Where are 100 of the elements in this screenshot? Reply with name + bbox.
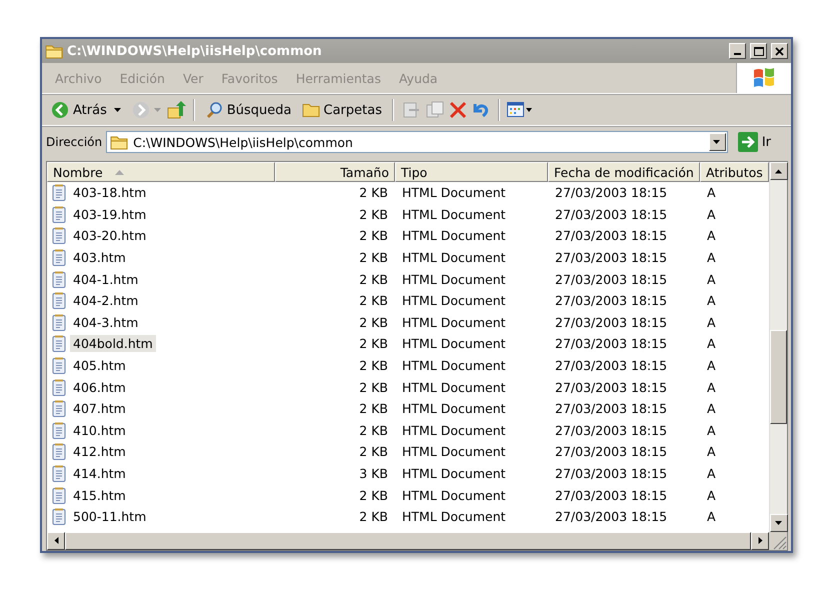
file-attributes: A: [706, 466, 717, 482]
file-name[interactable]: 403-20.htm: [70, 227, 150, 244]
file-size: 2 KB: [358, 380, 389, 395]
file-name[interactable]: 407.htm: [70, 400, 129, 418]
file-size: 2 KB: [358, 185, 389, 200]
document-icon: [52, 400, 66, 418]
file-name[interactable]: 403.htm: [70, 249, 129, 266]
column-header[interactable]: Nombre: [47, 162, 275, 182]
column-header[interactable]: Atributos: [700, 162, 769, 182]
file-type: HTML Document: [401, 488, 507, 503]
file-name[interactable]: 415.htm: [70, 486, 129, 504]
file-type: HTML Document: [401, 358, 507, 374]
file-type: HTML Document: [401, 314, 507, 330]
document-icon: [52, 227, 66, 244]
file-name[interactable]: 414.htm: [70, 465, 129, 482]
file-attributes: A: [706, 250, 717, 266]
file-type: HTML Document: [401, 401, 507, 416]
vertical-scrollbar[interactable]: [769, 162, 787, 532]
scroll-thumb[interactable]: [770, 330, 787, 424]
file-size: 2 KB: [358, 401, 389, 416]
delete-icon[interactable]: [448, 101, 467, 119]
column-header[interactable]: Tipo: [395, 162, 548, 182]
file-name[interactable]: 403-19.htm: [70, 206, 150, 223]
scroll-right-button[interactable]: [751, 532, 769, 550]
file-name[interactable]: 500-11.htm: [70, 508, 150, 526]
modified-date: 27/03/2003 18:15: [554, 336, 668, 352]
file-type: HTML Document: [401, 336, 507, 352]
file-size: 2 KB: [358, 206, 389, 222]
document-icon: [52, 486, 66, 504]
file-attributes: A: [706, 272, 717, 287]
document-icon: [52, 378, 66, 396]
scroll-up-button[interactable]: [770, 162, 788, 180]
file-attributes: A: [706, 401, 717, 416]
file-name[interactable]: 404-2.htm: [70, 292, 142, 310]
file-name[interactable]: 412.htm: [70, 443, 129, 460]
modified-date: 27/03/2003 18:15: [554, 185, 668, 200]
document-icon: [52, 422, 66, 439]
search-button[interactable]: Búsqueda: [202, 99, 294, 121]
file-size: 2 KB: [358, 509, 389, 524]
file-attributes: A: [706, 206, 717, 222]
column-header[interactable]: Fecha de modificación: [548, 162, 700, 182]
file-attributes: A: [706, 422, 717, 438]
modified-date: 27/03/2003 18:15: [554, 422, 668, 438]
modified-date: 27/03/2003 18:15: [554, 444, 668, 460]
file-size: 3 KB: [358, 466, 389, 482]
file-type: HTML Document: [401, 444, 507, 460]
file-type: HTML Document: [401, 509, 507, 524]
close-button[interactable]: [771, 43, 788, 59]
modified-date: 27/03/2003 18:15: [554, 314, 668, 330]
minimize-button[interactable]: [729, 43, 746, 59]
file-type: HTML Document: [401, 422, 507, 438]
modified-date: 27/03/2003 18:15: [554, 466, 668, 482]
file-type: HTML Document: [401, 206, 507, 222]
file-type: HTML Document: [401, 272, 507, 287]
document-icon: [52, 249, 66, 266]
file-name[interactable]: 404-3.htm: [70, 314, 142, 331]
file-name[interactable]: 404bold.htm: [70, 335, 156, 352]
undo-icon[interactable]: [470, 101, 491, 119]
document-icon: [52, 184, 66, 202]
file-attributes: A: [706, 293, 717, 308]
file-size: 2 KB: [358, 336, 389, 352]
file-attributes: A: [706, 228, 717, 244]
close-icon: [775, 46, 784, 56]
back-button[interactable]: Atrás: [48, 99, 110, 121]
address-field[interactable]: C:\WINDOWS\Help\iisHelp\common: [106, 131, 728, 153]
file-size: 2 KB: [358, 488, 389, 503]
window-title: C:\WINDOWS\Help\iisHelp\common: [67, 44, 323, 58]
document-icon: [52, 270, 66, 288]
modified-date: 27/03/2003 18:15: [554, 380, 668, 395]
file-name[interactable]: 405.htm: [70, 357, 129, 374]
maximize-icon: [754, 46, 764, 56]
file-name[interactable]: 403-18.htm: [70, 184, 150, 202]
document-icon: [52, 357, 66, 374]
file-attributes: A: [706, 314, 717, 330]
file-name[interactable]: 406.htm: [70, 378, 129, 396]
dropdown-button[interactable]: [708, 133, 726, 151]
views-icon[interactable]: [506, 102, 533, 118]
file-size: 2 KB: [358, 422, 389, 438]
file-size: 2 KB: [358, 358, 389, 374]
dropdown-arrow-icon[interactable]: [114, 108, 122, 112]
maximize-button[interactable]: [750, 43, 767, 59]
document-icon: [52, 335, 66, 352]
modified-date: 27/03/2003 18:15: [554, 228, 668, 244]
modified-date: 27/03/2003 18:15: [554, 358, 668, 374]
document-icon: [52, 292, 66, 310]
file-size: 2 KB: [358, 250, 389, 266]
file-attributes: A: [706, 380, 717, 395]
document-icon: [52, 508, 66, 526]
column-header[interactable]: Tamaño: [275, 162, 395, 182]
folders-button[interactable]: Carpetas: [298, 100, 385, 120]
go-button[interactable]: Ir: [732, 132, 787, 152]
file-attributes: A: [706, 358, 717, 374]
modified-date: 27/03/2003 18:15: [554, 272, 668, 287]
file-name[interactable]: 410.htm: [70, 422, 129, 439]
document-icon: [52, 443, 66, 460]
file-type: HTML Document: [401, 185, 507, 200]
document-icon: [52, 314, 66, 331]
file-name[interactable]: 404-1.htm: [70, 270, 142, 288]
scroll-down-button[interactable]: [770, 514, 788, 532]
scroll-left-button[interactable]: [47, 532, 65, 550]
